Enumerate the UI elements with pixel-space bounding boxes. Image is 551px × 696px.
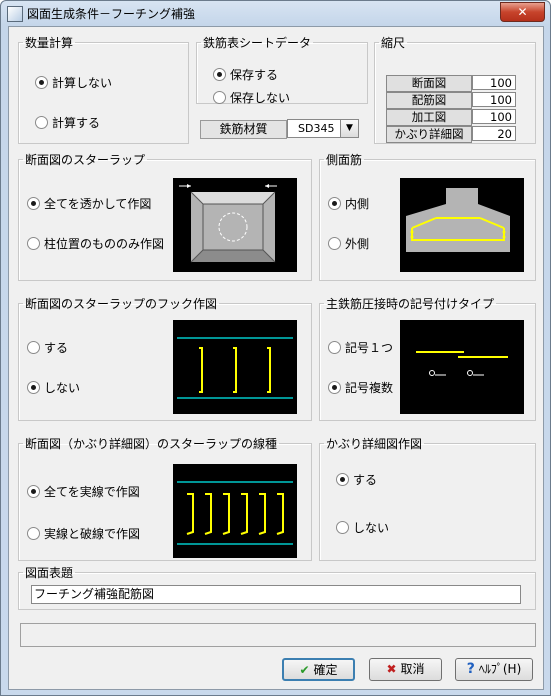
scale-input-rebar[interactable]: 100 [472,92,516,107]
help-button[interactable]: ? ﾍﾙﾌﾟ(H) [455,658,533,681]
scale-group: 縮尺 断面図 100 配筋図 100 加工図 100 かぶり詳細図 20 [374,34,536,144]
radio-icon [328,341,341,354]
stirrup-hook-option-no[interactable]: しない [27,379,80,396]
joint-mark-option-single[interactable]: 記号１つ [328,339,393,356]
joint-mark-group: 主鉄筋圧接時の記号付けタイプ 記号１つ 記号複数 [319,295,536,421]
radio-icon [27,527,40,540]
stirrup-hook-option-yes[interactable]: する [27,339,68,356]
cover-detail-option-no[interactable]: しない [336,519,389,536]
line-type-option-solid[interactable]: 全てを実線で作図 [27,483,140,500]
material-label: 鉄筋材質 [200,120,287,139]
radio-icon [328,237,341,250]
side-rebar-option-outer[interactable]: 外側 [328,235,369,252]
line-type-legend: 断面図（かぶり詳細図）のスターラップの線種 [25,437,278,451]
drawing-title-input[interactable]: フーチング補強配筋図 [31,585,521,604]
radio-icon [336,521,349,534]
status-bar [20,623,536,647]
title-bar: 図面生成条件－フーチング補強 ✕ [1,1,550,25]
side-rebar-option-inner[interactable]: 内側 [328,195,369,212]
radio-icon [27,381,40,394]
radio-icon [328,197,341,210]
rebar-sheet-option-save[interactable]: 保存する [213,66,278,83]
help-icon: ? [466,661,475,677]
side-rebar-preview [400,178,524,272]
scale-label-section: 断面図 [386,75,472,92]
joint-mark-legend: 主鉄筋圧接時の記号付けタイプ [326,297,495,311]
rebar-sheet-group: 鉄筋表シートデータ 保存する 保存しない [196,34,368,106]
app-icon [7,6,23,22]
radio-icon [27,237,40,250]
stirrup-hook-legend: 断面図のスターラップのフック作図 [25,297,218,311]
radio-icon [27,485,40,498]
chevron-down-icon[interactable]: ▼ [340,120,358,137]
scale-input-cover[interactable]: 20 [472,126,516,141]
line-type-option-mixed[interactable]: 実線と破線で作図 [27,525,140,542]
ok-button[interactable]: ✔ 確定 [282,658,355,681]
rebar-sheet-option-nosave[interactable]: 保存しない [213,89,290,106]
scale-legend: 縮尺 [381,36,406,50]
section-stirrup-preview [173,178,297,272]
scale-label-cover: かぶり詳細図 [386,126,472,143]
material-value: SD345 [298,122,335,135]
quantity-option-calc[interactable]: 計算する [35,114,100,131]
scale-label-processing: 加工図 [386,109,472,126]
radio-icon [336,473,349,486]
radio-icon [27,341,40,354]
scale-input-section[interactable]: 100 [472,75,516,90]
quantity-option-no-calc[interactable]: 計算しない [35,74,112,91]
cover-detail-legend: かぶり詳細図作図 [326,437,423,451]
line-type-preview [173,464,297,558]
radio-icon [328,381,341,394]
stirrup-hook-preview [173,320,297,414]
rebar-sheet-legend: 鉄筋表シートデータ [203,36,312,50]
check-icon: ✔ [299,663,310,677]
quantity-group: 数量計算 計算しない 計算する [18,34,189,144]
scale-input-processing[interactable]: 100 [472,109,516,124]
section-stirrup-group: 断面図のスターラップ 全てを透かして作図 柱位置のもののみ作図 [18,151,312,281]
material-select[interactable]: SD345 ▼ [287,119,359,138]
stirrup-hook-group: 断面図のスターラップのフック作図 する しない [18,295,312,421]
window-title: 図面生成条件－フーチング補強 [27,7,196,21]
side-rebar-legend: 側面筋 [326,153,363,167]
section-stirrup-legend: 断面図のスターラップ [25,153,146,167]
joint-mark-option-multiple[interactable]: 記号複数 [328,379,393,396]
section-stirrup-option-all[interactable]: 全てを透かして作図 [27,195,151,212]
radio-icon [213,68,226,81]
close-button[interactable]: ✕ [500,2,545,22]
scale-label-rebar: 配筋図 [386,92,472,109]
cover-detail-group: かぶり詳細図作図 する しない [319,435,536,561]
drawing-title-group: 図面表題 フーチング補強配筋図 [18,564,536,610]
cancel-button[interactable]: ✖ 取消 [369,658,442,681]
joint-mark-preview [400,320,524,414]
section-stirrup-option-column[interactable]: 柱位置のもののみ作図 [27,235,164,252]
cover-detail-option-yes[interactable]: する [336,471,377,488]
side-rebar-group: 側面筋 内側 外側 [319,151,536,281]
radio-icon [35,76,48,89]
quantity-legend: 数量計算 [25,36,74,50]
line-type-group: 断面図（かぶり詳細図）のスターラップの線種 全てを実線で作図 実線と破線で作図 [18,435,312,561]
drawing-title-legend: 図面表題 [25,566,74,580]
dialog-window: 図面生成条件－フーチング補強 ✕ 数量計算 計算しない 計算する 鉄筋表シートデ… [0,0,551,696]
radio-icon [35,116,48,129]
radio-icon [213,91,226,104]
radio-icon [27,197,40,210]
dialog-client: 数量計算 計算しない 計算する 鉄筋表シートデータ 保存する 保存しない 鉄筋材… [8,26,544,690]
x-icon: ✖ [386,662,397,676]
